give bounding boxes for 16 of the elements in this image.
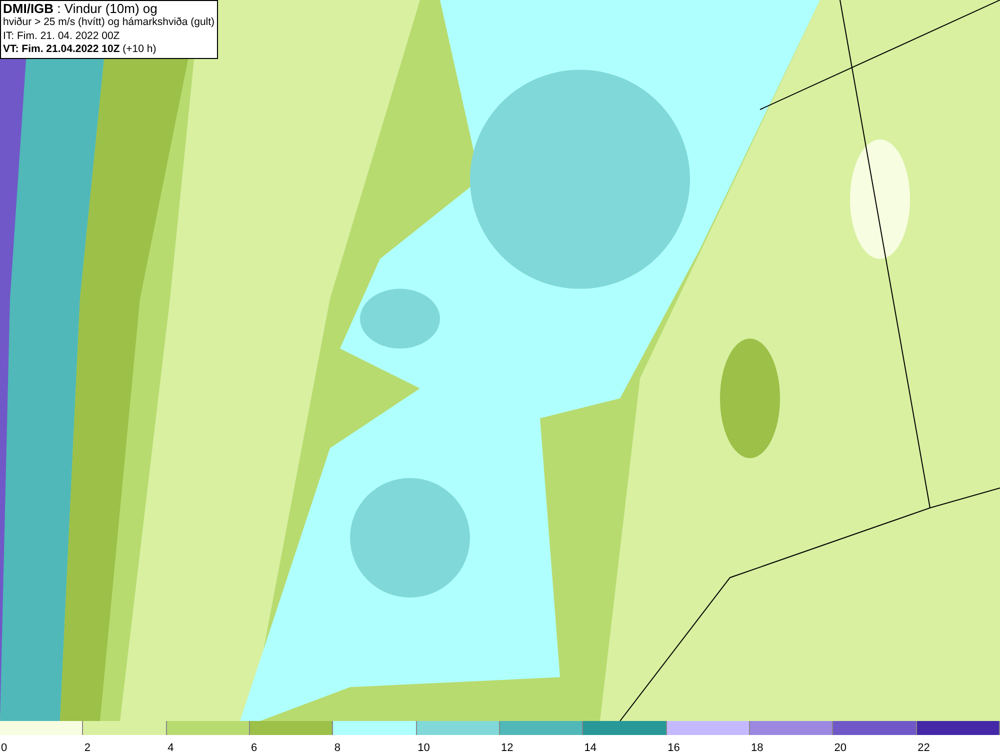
legend-label: 2 <box>83 742 90 753</box>
legend-label: 8 <box>333 742 340 753</box>
legend-label: 16 <box>666 742 680 753</box>
title-line: hviður > 25 m/s (hvítt) og hámarkshviða (gult) <box>3 16 215 30</box>
title-line: DMI/IGB : Vindur (10m) og <box>3 2 158 16</box>
legend-label: 0 <box>0 742 8 753</box>
legend-label: 6 <box>250 742 258 753</box>
legend-label: 20 <box>833 742 847 753</box>
legend-label: 14 <box>583 742 597 753</box>
legend-label: 4 <box>166 742 174 753</box>
legend-label: 10 <box>416 742 430 753</box>
title-line: IT: Fim. 21. 04. 2022 00Z <box>3 30 121 43</box>
legend-label: 12 <box>500 742 514 753</box>
legend-label: 22 <box>916 742 930 753</box>
legend-label: 18 <box>750 742 764 753</box>
title-line: VT: Fim. 21.04.2022 10Z (+10 h) <box>3 43 158 56</box>
